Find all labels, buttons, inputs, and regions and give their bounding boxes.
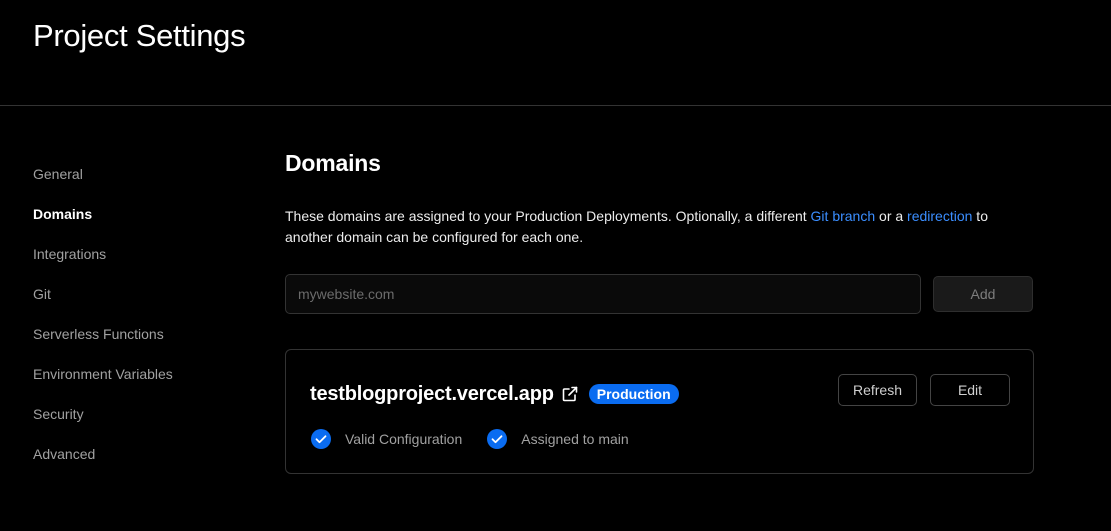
status-label: Valid Configuration <box>345 431 463 447</box>
external-link-icon[interactable] <box>561 385 579 403</box>
sidebar-item-git[interactable]: Git <box>33 284 253 324</box>
domain-name: testblogproject.vercel.app <box>310 382 554 405</box>
status-valid-configuration: Valid Configuration <box>310 428 462 450</box>
page-title: Project Settings <box>33 18 246 53</box>
sidebar-item-security[interactable]: Security <box>33 404 253 444</box>
domains-section: Domains These domains are assigned to yo… <box>285 150 1034 474</box>
git-branch-link[interactable]: Git branch <box>811 208 876 224</box>
sidebar-item-integrations[interactable]: Integrations <box>33 244 253 284</box>
description-text-1: These domains are assigned to your Produ… <box>285 208 811 224</box>
status-assigned-branch: Assigned to main <box>486 428 629 450</box>
add-domain-row: Add <box>285 274 1033 314</box>
check-circle-icon <box>310 428 332 450</box>
check-circle-icon <box>486 428 508 450</box>
status-label: Assigned to main <box>521 431 629 447</box>
redirection-link[interactable]: redirection <box>907 208 972 224</box>
production-badge: Production <box>588 384 679 404</box>
settings-sidebar: General Domains Integrations Git Serverl… <box>33 164 253 484</box>
section-title: Domains <box>285 150 381 176</box>
description-text-2: or a <box>875 208 908 224</box>
sidebar-item-general[interactable]: General <box>33 164 253 204</box>
domain-header: testblogproject.vercel.app Production <box>310 380 679 408</box>
sidebar-item-environment-variables[interactable]: Environment Variables <box>33 364 253 404</box>
status-row: Valid Configuration Assigned to main <box>310 428 653 450</box>
header: Project Settings <box>0 0 1111 106</box>
domain-card: testblogproject.vercel.app Production Re… <box>285 349 1034 474</box>
refresh-button[interactable]: Refresh <box>838 374 917 406</box>
add-button[interactable]: Add <box>933 276 1033 312</box>
domain-input[interactable] <box>285 274 921 314</box>
edit-button[interactable]: Edit <box>930 374 1010 406</box>
sidebar-item-domains[interactable]: Domains <box>33 204 253 244</box>
sidebar-item-serverless-functions[interactable]: Serverless Functions <box>33 324 253 364</box>
sidebar-item-advanced[interactable]: Advanced <box>33 444 253 484</box>
section-description: These domains are assigned to your Produ… <box>285 206 1025 248</box>
